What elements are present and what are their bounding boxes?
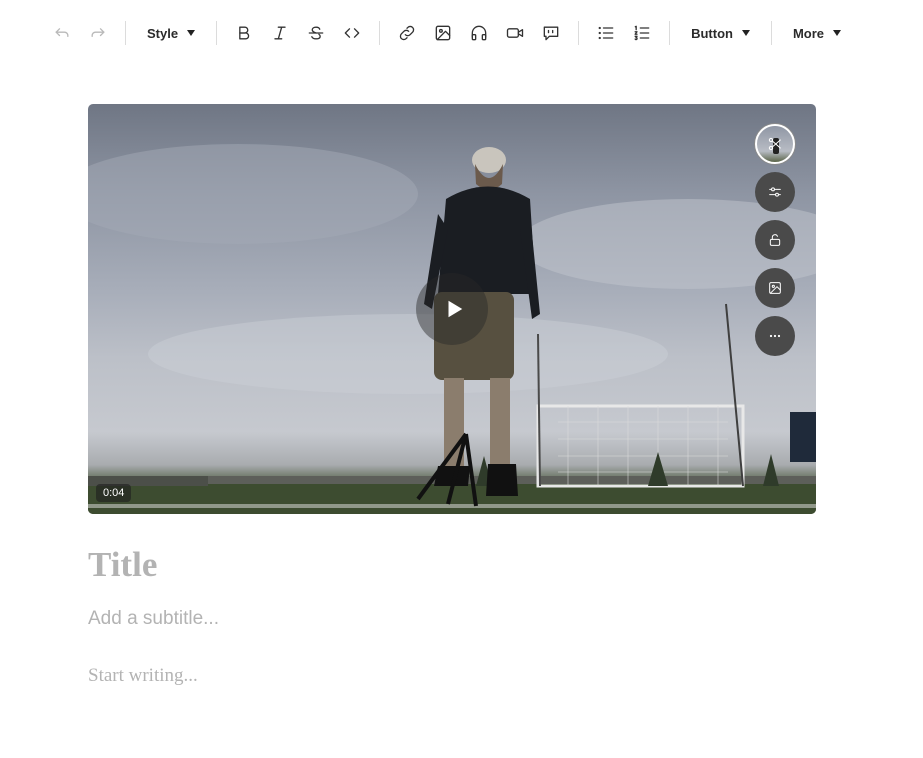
image-icon	[769, 282, 781, 294]
video-duration: 0:04	[96, 484, 132, 502]
more-icon	[769, 334, 781, 338]
title-field[interactable]: Title	[88, 545, 157, 585]
scissors-icon	[768, 137, 781, 151]
thumbnail-button[interactable]	[755, 124, 795, 164]
unlock-button[interactable]	[755, 220, 795, 260]
body-field[interactable]: Start writing...	[88, 665, 198, 687]
image-button[interactable]	[425, 15, 461, 51]
undo-icon	[55, 28, 69, 37]
caret-down-icon	[187, 30, 196, 36]
code-icon	[344, 28, 360, 38]
link-button[interactable]	[389, 15, 425, 51]
more-dropdown[interactable]: More	[781, 15, 853, 51]
quote-icon	[543, 26, 559, 41]
audio-icon	[471, 25, 487, 41]
replace-image-button[interactable]	[755, 268, 795, 308]
settings-sliders-icon	[769, 187, 781, 197]
style-dropdown[interactable]: Style	[135, 15, 207, 51]
caret-down-icon	[741, 30, 750, 36]
toolbar-divider	[669, 21, 671, 45]
settings-button[interactable]	[755, 172, 795, 212]
caret-down-icon	[833, 30, 842, 36]
play-button[interactable]	[416, 273, 488, 345]
toolbar-divider	[770, 21, 772, 45]
code-button[interactable]	[334, 15, 370, 51]
bullet-list-button[interactable]	[588, 15, 624, 51]
redo-icon	[91, 28, 105, 37]
numbered-list-icon	[634, 25, 650, 41]
toolbar-divider	[125, 21, 126, 45]
numbered-list-button[interactable]	[624, 15, 660, 51]
video-embed[interactable]: 0:04	[88, 104, 816, 514]
bold-button[interactable]	[226, 15, 262, 51]
strikethrough-icon	[308, 26, 324, 40]
play-icon	[448, 300, 462, 318]
subtitle-field[interactable]: Add a subtitle...	[88, 608, 219, 630]
italic-icon	[274, 26, 286, 40]
toolbar-divider	[578, 21, 580, 45]
more-dropdown-label: More	[792, 25, 825, 41]
bullet-list-icon	[598, 26, 614, 40]
video-button[interactable]	[497, 15, 533, 51]
editor-toolbar: Style Button More	[44, 14, 853, 52]
toolbar-divider	[379, 21, 381, 45]
link-icon	[399, 25, 415, 41]
style-dropdown-label: Style	[147, 25, 179, 41]
undo-button[interactable]	[44, 15, 80, 51]
redo-button[interactable]	[80, 15, 116, 51]
quote-button[interactable]	[533, 15, 569, 51]
video-side-actions	[755, 124, 795, 356]
audio-button[interactable]	[461, 15, 497, 51]
image-icon	[435, 25, 451, 41]
unlock-icon	[769, 234, 781, 246]
strikethrough-button[interactable]	[298, 15, 334, 51]
button-dropdown[interactable]: Button	[679, 15, 762, 51]
italic-button[interactable]	[262, 15, 298, 51]
video-icon	[506, 28, 524, 38]
bold-icon	[239, 26, 250, 40]
button-dropdown-label: Button	[691, 25, 733, 41]
more-options-button[interactable]	[755, 316, 795, 356]
toolbar-divider	[216, 21, 218, 45]
